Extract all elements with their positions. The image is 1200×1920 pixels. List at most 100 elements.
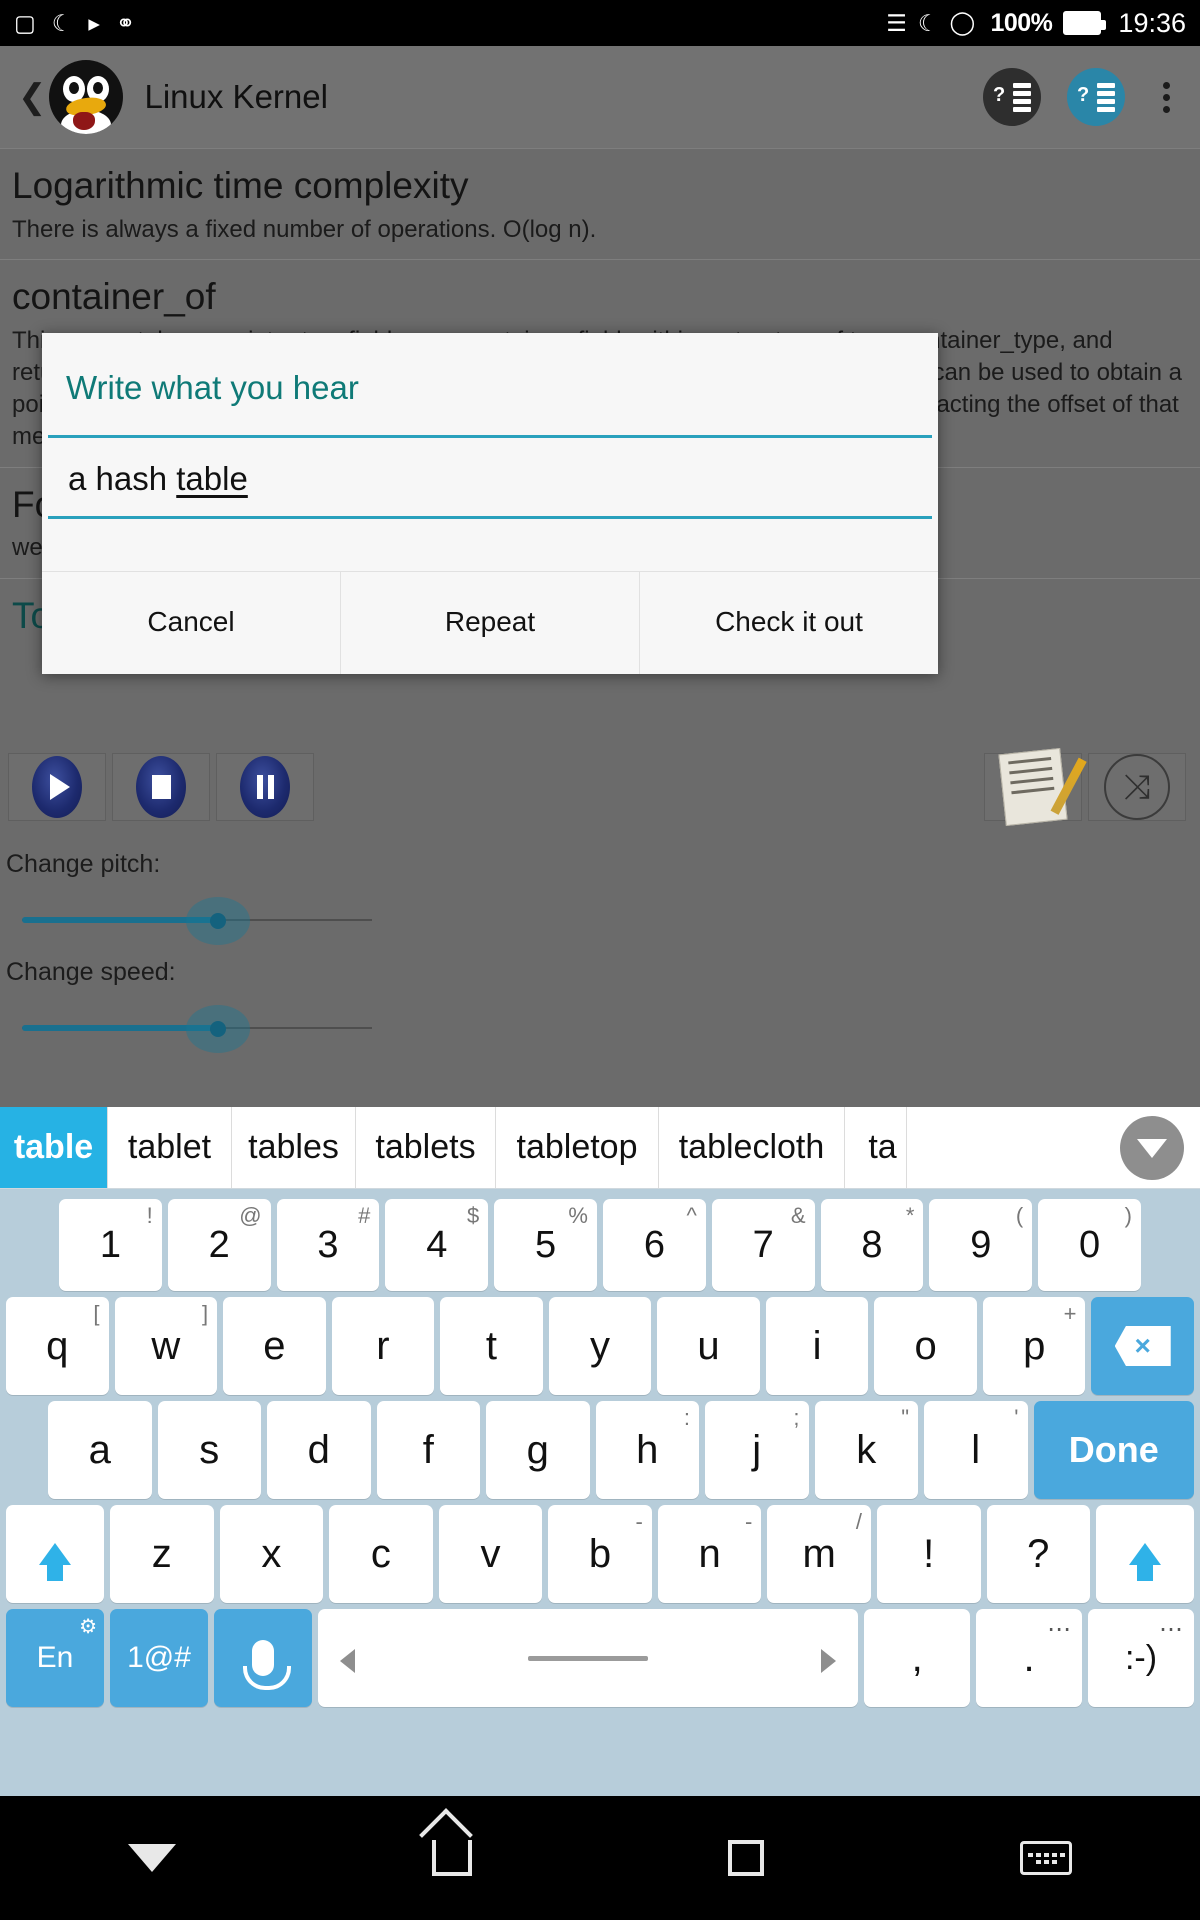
pause-icon — [240, 756, 290, 818]
backspace-key[interactable]: × — [1091, 1297, 1195, 1395]
key-s[interactable]: s — [157, 1401, 261, 1499]
key-label: n — [698, 1531, 721, 1576]
comma-key[interactable]: , — [864, 1609, 971, 1707]
key-y[interactable]: y — [548, 1297, 652, 1395]
key-3[interactable]: #3 — [276, 1199, 380, 1291]
media-controls: ⤨ — [0, 742, 1200, 832]
key-g[interactable]: g — [486, 1401, 590, 1499]
page-title: Linux Kernel — [144, 78, 328, 115]
key-question[interactable]: ? — [986, 1505, 1091, 1603]
play-button[interactable] — [8, 753, 106, 821]
speed-slider[interactable] — [22, 999, 372, 1059]
key-j[interactable]: ; j — [705, 1401, 809, 1499]
key-c[interactable]: c — [329, 1505, 433, 1603]
key-p[interactable]: + p — [982, 1297, 1086, 1395]
suggestion-item[interactable]: tablets — [356, 1107, 496, 1188]
nav-home-icon[interactable] — [432, 1840, 472, 1876]
pause-button[interactable] — [216, 753, 314, 821]
symbols-key[interactable]: 1@# — [110, 1609, 208, 1707]
shift-arrow-icon — [1129, 1543, 1162, 1581]
notes-button[interactable] — [984, 747, 1087, 827]
stop-button[interactable] — [112, 753, 210, 821]
key-u[interactable]: u — [657, 1297, 760, 1395]
done-key[interactable]: Done — [1033, 1401, 1194, 1499]
period-key[interactable]: ⋯. — [976, 1609, 1083, 1707]
slider-thumb[interactable] — [210, 1021, 226, 1037]
key-label: b — [588, 1531, 612, 1576]
article-section[interactable]: Logarithmic time complexity There is alw… — [0, 149, 1200, 259]
key-7[interactable]: & 7 — [711, 1199, 815, 1291]
space-key[interactable] — [318, 1609, 859, 1707]
suggestion-item[interactable]: tablet — [108, 1107, 232, 1188]
key-x[interactable]: x — [219, 1505, 324, 1603]
key-0[interactable]: ) 0 — [1038, 1199, 1141, 1291]
key-k[interactable]: " k — [814, 1401, 918, 1499]
key-i[interactable]: i — [765, 1297, 869, 1395]
key-2[interactable]: @2 — [167, 1199, 271, 1291]
key-a[interactable]: a — [48, 1401, 152, 1499]
key-t[interactable]: t — [440, 1297, 543, 1395]
suggestion-item[interactable]: tabletop — [496, 1107, 659, 1188]
key-l[interactable]: ' l — [924, 1401, 1028, 1499]
overflow-menu-icon[interactable] — [1151, 81, 1182, 113]
key-e[interactable]: e — [223, 1297, 326, 1395]
key-q[interactable]: [q — [6, 1297, 109, 1395]
shift-key-left[interactable] — [6, 1505, 104, 1603]
system-nav-bar — [0, 1796, 1200, 1920]
key-label: 6 — [643, 1223, 665, 1266]
back-caret-icon[interactable]: ❮ — [18, 77, 47, 117]
key-d[interactable]: d — [267, 1401, 371, 1499]
key-alt-label: : — [683, 1405, 690, 1430]
check-it-out-button[interactable]: Check it out — [639, 572, 938, 674]
key-h[interactable]: :h — [595, 1401, 699, 1499]
dialog-input-field[interactable]: a hash table — [48, 435, 932, 519]
key-o[interactable]: o — [874, 1297, 977, 1395]
chevron-down-icon[interactable] — [1120, 1116, 1184, 1180]
wifi-icon: ◯ — [949, 9, 976, 35]
cancel-button[interactable]: Cancel — [42, 572, 340, 674]
key-4[interactable]: $4 — [385, 1199, 489, 1291]
suggestion-item[interactable]: table — [0, 1107, 108, 1188]
quiz-list-dark-icon[interactable]: ? — [983, 68, 1041, 126]
key-9[interactable]: (9 — [929, 1199, 1033, 1291]
suggestion-item[interactable]: ta — [845, 1107, 907, 1188]
key-exclamation[interactable]: ! — [876, 1505, 981, 1603]
key-f[interactable]: f — [376, 1401, 480, 1499]
key-label: 2 — [208, 1223, 230, 1266]
shift-key-right[interactable] — [1096, 1505, 1195, 1603]
key-alt-label: - — [635, 1509, 643, 1534]
key-w[interactable]: ] w — [114, 1297, 218, 1395]
nav-keyboard-icon[interactable] — [1020, 1841, 1072, 1875]
input-prefix-text: a hash — [68, 460, 177, 497]
key-8[interactable]: * 8 — [820, 1199, 924, 1291]
keyboard-row-bottom: z x c v -b -n / m ! ? — [3, 1505, 1197, 1603]
key-b[interactable]: -b — [548, 1505, 652, 1603]
answer-input[interactable]: a hash table — [48, 438, 932, 516]
key-5[interactable]: % 5 — [494, 1199, 597, 1291]
suggestion-item[interactable]: tablecloth — [659, 1107, 845, 1188]
key-r[interactable]: r — [331, 1297, 435, 1395]
nav-back-icon[interactable] — [128, 1844, 176, 1872]
key-v[interactable]: v — [438, 1505, 543, 1603]
slider-thumb[interactable] — [210, 913, 226, 929]
pitch-slider[interactable] — [22, 891, 372, 951]
nav-recents-icon[interactable] — [728, 1840, 764, 1876]
bug-droid-icon: ⚭ — [115, 9, 136, 36]
pitch-slider-block: Change pitch: — [0, 850, 1200, 951]
quiz-list-blue-icon[interactable]: ? — [1067, 68, 1125, 126]
key-n[interactable]: -n — [657, 1505, 762, 1603]
key-6[interactable]: ^ 6 — [602, 1199, 706, 1291]
suggestion-item[interactable]: tables — [232, 1107, 356, 1188]
emoji-key[interactable]: ⋯:-) — [1088, 1609, 1194, 1707]
language-key[interactable]: En ⚙ — [6, 1609, 104, 1707]
shuffle-button[interactable]: ⤨ — [1088, 753, 1186, 821]
key-m[interactable]: / m — [767, 1505, 871, 1603]
key-1[interactable]: ! 1 — [59, 1199, 162, 1291]
mic-key[interactable] — [214, 1609, 312, 1707]
key-label: v — [480, 1531, 501, 1576]
key-z[interactable]: z — [110, 1505, 214, 1603]
key-label: e — [263, 1323, 286, 1368]
key-label: a — [88, 1427, 111, 1472]
repeat-button[interactable]: Repeat — [340, 572, 639, 674]
key-alt-label: ] — [201, 1301, 209, 1326]
